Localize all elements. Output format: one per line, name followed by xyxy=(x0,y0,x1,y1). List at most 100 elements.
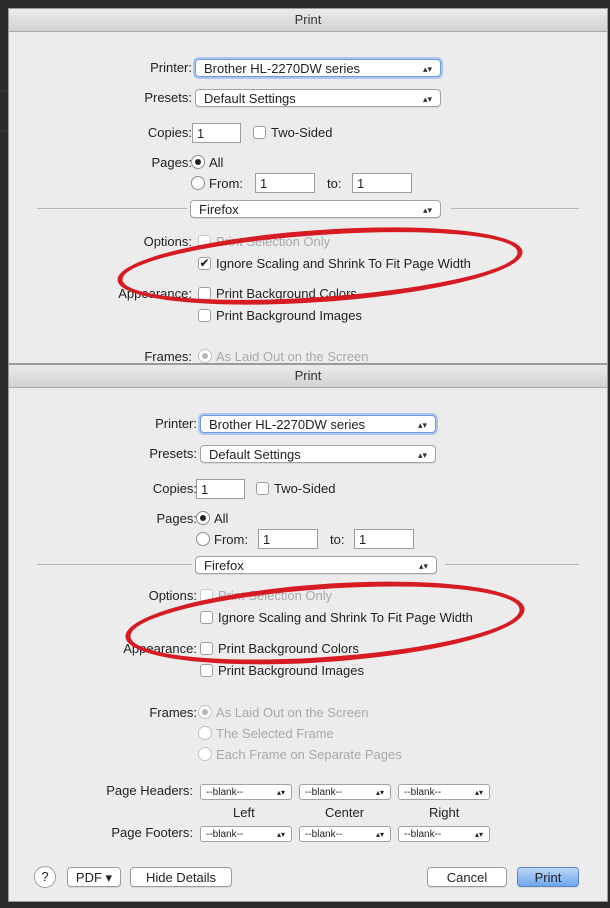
appearance-label: Appearance: xyxy=(123,641,197,656)
printer-select[interactable]: Brother HL-2270DW series ▴▾ xyxy=(200,415,436,433)
printer-select[interactable]: Brother HL-2270DW series ▴▾ xyxy=(195,59,441,77)
pages-label: Pages: xyxy=(156,511,197,526)
frames-each-frame-label: Each Frame on Separate Pages xyxy=(216,747,402,762)
frames-laid-out-radio[interactable] xyxy=(198,705,212,719)
presets-value: Default Settings xyxy=(209,447,301,462)
header-right-value: --blank-- xyxy=(404,787,442,798)
presets-select[interactable]: Default Settings ▴▾ xyxy=(200,445,436,463)
to-field[interactable]: 1 xyxy=(352,173,412,193)
header-center-value: --blank-- xyxy=(305,787,343,798)
ignore-scaling-checkbox[interactable] xyxy=(200,611,213,624)
options-label: Options: xyxy=(148,588,197,603)
header-right-select[interactable]: --blank-- ▴▾ xyxy=(398,784,490,800)
to-field[interactable]: 1 xyxy=(354,529,414,549)
chevron-updown-icon: ▴▾ xyxy=(422,94,432,104)
section-divider xyxy=(37,564,192,565)
chevron-updown-icon: ▴▾ xyxy=(276,830,285,839)
hide-details-button[interactable]: Hide Details xyxy=(130,867,232,887)
section-divider xyxy=(37,208,187,209)
printer-value: Brother HL-2270DW series xyxy=(204,61,361,76)
footer-center-select[interactable]: --blank-- ▴▾ xyxy=(299,826,391,842)
print-bg-images-checkbox[interactable] xyxy=(198,309,211,322)
frames-selected-frame-radio[interactable] xyxy=(198,726,212,740)
chevron-updown-icon: ▴▾ xyxy=(422,205,432,215)
pages-from-radio[interactable] xyxy=(196,532,210,546)
chevron-updown-icon: ▴▾ xyxy=(474,788,483,797)
app-section-select[interactable]: Firefox ▴▾ xyxy=(195,556,437,574)
dialog-title: Print xyxy=(9,9,607,32)
footer-right-select[interactable]: --blank-- ▴▾ xyxy=(398,826,490,842)
chevron-updown-icon: ▴▾ xyxy=(422,64,432,74)
print-dialog-bottom: Print Printer: Brother HL-2270DW series … xyxy=(8,364,608,902)
presets-label: Presets: xyxy=(144,90,192,105)
frames-each-frame-radio[interactable] xyxy=(198,747,212,761)
copies-field[interactable]: 1 xyxy=(196,479,245,499)
presets-select[interactable]: Default Settings ▴▾ xyxy=(195,89,441,107)
ignore-scaling-label: Ignore Scaling and Shrink To Fit Page Wi… xyxy=(218,610,473,625)
pages-all-label: All xyxy=(214,511,229,526)
footer-left-select[interactable]: --blank-- ▴▾ xyxy=(200,826,292,842)
printer-label: Printer: xyxy=(150,60,192,75)
from-field[interactable]: 1 xyxy=(258,529,318,549)
page-footers-label: Page Footers: xyxy=(111,825,193,840)
chevron-updown-icon: ▴▾ xyxy=(276,788,285,797)
copies-label: Copies: xyxy=(147,125,192,140)
frames-laid-out-label: As Laid Out on the Screen xyxy=(216,705,369,720)
app-section-value: Firefox xyxy=(204,558,244,573)
pages-from-radio[interactable] xyxy=(191,176,205,190)
print-dialog-top: Print Printer: Brother HL-2270DW series … xyxy=(8,8,608,364)
two-sided-label: Two-Sided xyxy=(271,125,333,140)
presets-value: Default Settings xyxy=(204,91,296,106)
help-button[interactable]: ? xyxy=(34,866,56,888)
pages-from-label: From: xyxy=(214,532,248,547)
header-left-value: --blank-- xyxy=(206,787,244,798)
two-sided-checkbox[interactable] xyxy=(256,482,269,495)
to-label: to: xyxy=(327,176,342,191)
pages-all-radio[interactable] xyxy=(196,511,210,525)
print-bg-images-checkbox[interactable] xyxy=(200,664,213,677)
app-section-value: Firefox xyxy=(199,202,239,217)
chevron-updown-icon: ▴▾ xyxy=(418,561,428,571)
print-bg-colors-label: Print Background Colors xyxy=(216,286,357,301)
print-bg-colors-checkbox[interactable] xyxy=(200,642,213,655)
from-field[interactable]: 1 xyxy=(255,173,315,193)
two-sided-checkbox[interactable] xyxy=(253,126,266,139)
presets-label: Presets: xyxy=(149,446,197,461)
ignore-scaling-checkbox[interactable]: ✔ xyxy=(198,257,211,270)
ignore-scaling-label: Ignore Scaling and Shrink To Fit Page Wi… xyxy=(216,256,471,271)
copies-field[interactable]: 1 xyxy=(192,123,241,143)
print-selection-only-label: Print Selection Only xyxy=(218,588,333,603)
print-selection-only-checkbox[interactable] xyxy=(198,235,211,248)
header-left-select[interactable]: --blank-- ▴▾ xyxy=(200,784,292,800)
column-right-label: Right xyxy=(429,805,460,820)
pages-from-label: From: xyxy=(209,176,243,191)
print-selection-only-label: Print Selection Only xyxy=(216,234,331,249)
chevron-updown-icon: ▴▾ xyxy=(375,788,384,797)
footer-center-value: --blank-- xyxy=(305,829,343,840)
footer-left-value: --blank-- xyxy=(206,829,244,840)
options-label: Options: xyxy=(143,234,192,249)
chevron-updown-icon: ▴▾ xyxy=(375,830,384,839)
pages-label: Pages: xyxy=(151,155,192,170)
pages-all-radio[interactable] xyxy=(191,155,205,169)
print-bg-colors-checkbox[interactable] xyxy=(198,287,211,300)
footer-right-value: --blank-- xyxy=(404,829,442,840)
section-divider xyxy=(445,564,579,565)
cancel-button[interactable]: Cancel xyxy=(427,867,507,887)
chevron-updown-icon: ▴▾ xyxy=(417,450,427,460)
printer-value: Brother HL-2270DW series xyxy=(209,417,366,432)
print-button[interactable]: Print xyxy=(517,867,579,887)
frames-label: Frames: xyxy=(149,705,197,720)
header-center-select[interactable]: --blank-- ▴▾ xyxy=(299,784,391,800)
print-bg-images-label: Print Background Images xyxy=(218,663,364,678)
printer-label: Printer: xyxy=(155,416,197,431)
print-selection-only-checkbox[interactable] xyxy=(200,589,213,602)
pdf-menu-button[interactable]: PDF ▾ xyxy=(67,867,121,887)
page-headers-label: Page Headers: xyxy=(106,783,193,798)
dialog-title: Print xyxy=(9,365,607,388)
pages-all-label: All xyxy=(209,155,224,170)
to-label: to: xyxy=(330,532,345,547)
frames-laid-out-label: As Laid Out on the Screen xyxy=(216,349,369,364)
frames-laid-out-radio[interactable] xyxy=(198,349,212,363)
app-section-select[interactable]: Firefox ▴▾ xyxy=(190,200,441,218)
